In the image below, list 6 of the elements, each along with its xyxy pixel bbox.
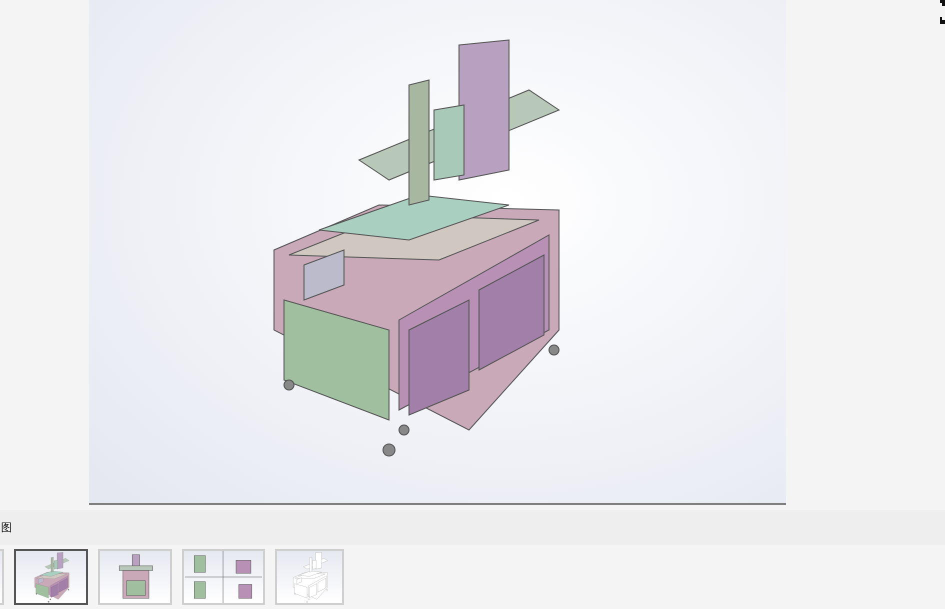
machine-drawing: [118, 554, 153, 599]
expand-icon[interactable]: [939, 0, 945, 24]
machine-drawing: [293, 552, 328, 603]
machine-drawing: [34, 552, 70, 603]
thumbnail[interactable]: [14, 549, 88, 605]
caption-text: 图: [1, 520, 12, 535]
